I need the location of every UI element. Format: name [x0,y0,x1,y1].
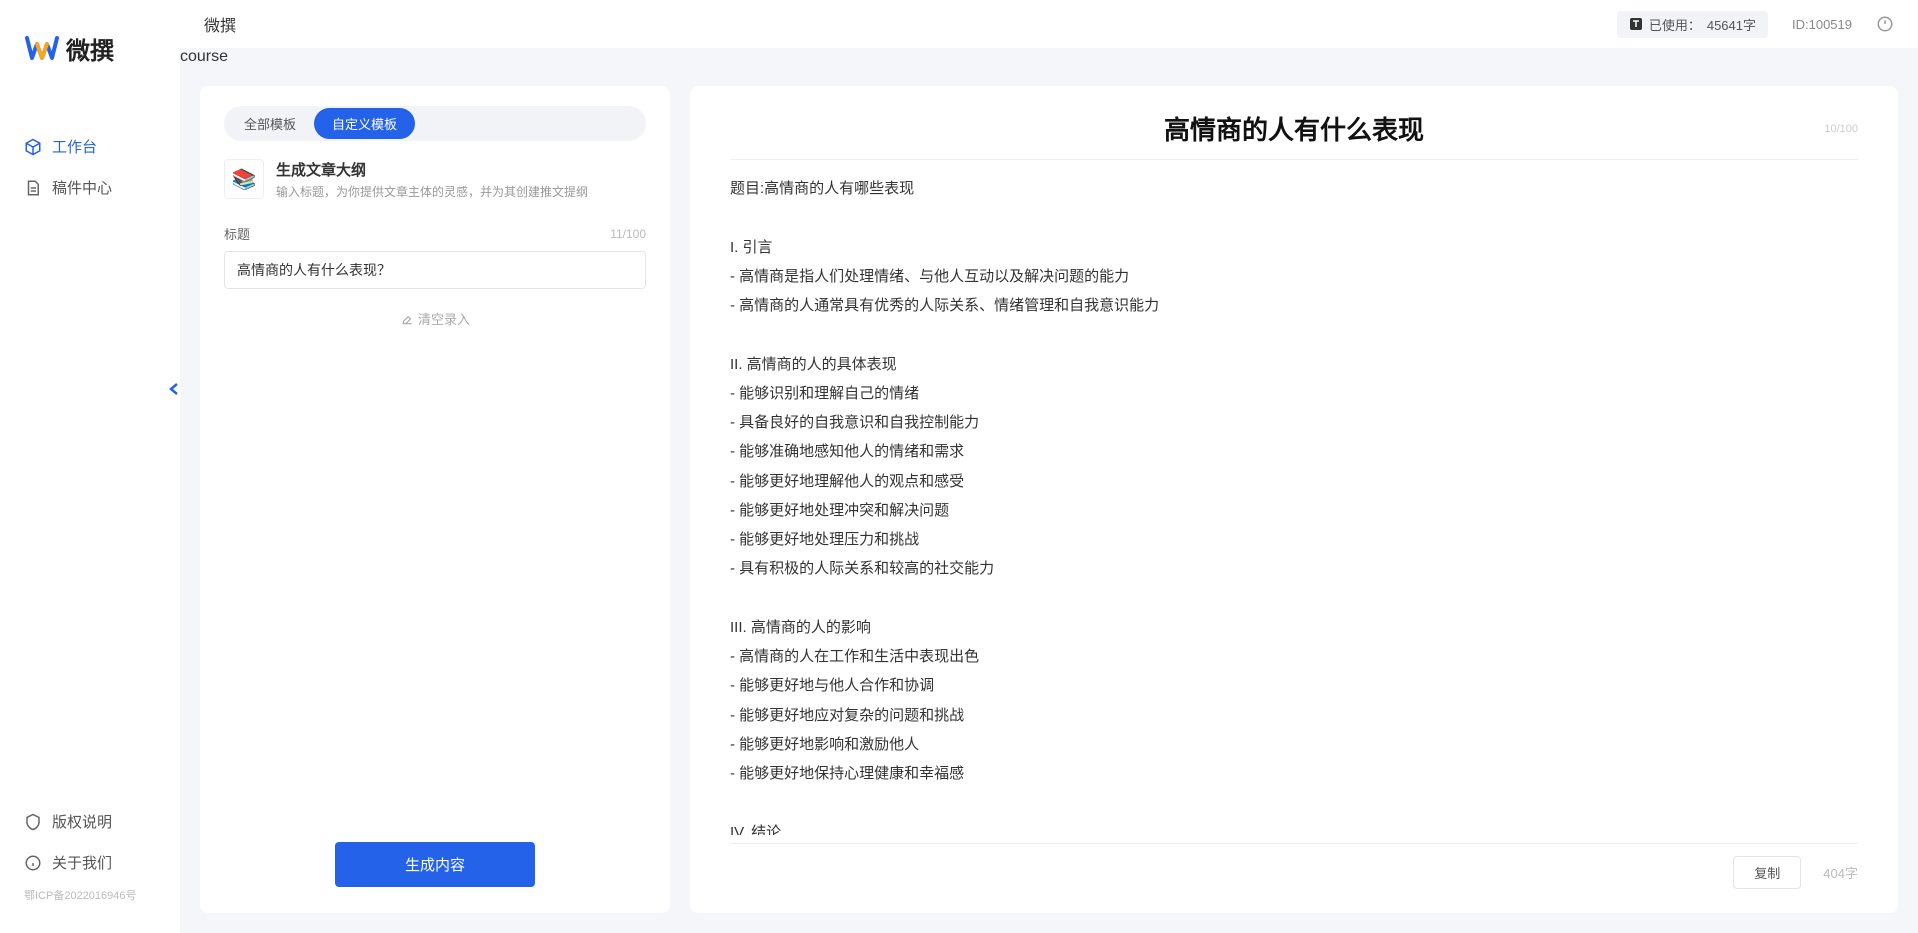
template-info: 生成文章大纲 输入标题，为你提供文章主体的灵感，并为其创建推文提纲 [276,159,588,200]
app-logo: 微撰 [0,20,180,96]
text-icon [1629,17,1643,31]
usage-badge: 已使用： 45641字 [1617,11,1768,38]
nav-item-workbench[interactable]: 工作台 [0,126,180,167]
title-field-row: 标题 11/100 [224,224,646,243]
topbar-right: 已使用： 45641字 ID:100519 [1617,11,1894,38]
shield-icon [24,813,42,831]
template-tabs: 全部模板 自定义模板 [224,106,646,141]
topbar: 微撰 已使用： 45641字 ID:100519 [180,0,1918,48]
power-icon[interactable] [1876,15,1894,33]
logo-text: 微撰 [66,31,114,66]
output-titlebar: 高情商的人有什么表现 10/100 [730,110,1858,160]
usage-prefix: 已使用： [1649,15,1701,34]
books-icon: 📚 [224,159,264,199]
info-icon [24,854,42,872]
output-title: 高情商的人有什么表现 [780,110,1808,147]
sidebar-footer: 版权说明 关于我们 鄂ICP备2022016946号 [0,801,180,913]
template-desc: 输入标题，为你提供文章主体的灵感，并为其创建推文提纲 [276,183,588,200]
tab-all-templates[interactable]: 全部模板 [226,108,314,139]
title-label: 标题 [224,224,250,243]
template-name: 生成文章大纲 [276,159,588,180]
cube-icon [24,138,42,156]
usage-value: 45641字 [1707,15,1756,34]
template-card: 📚 生成文章大纲 输入标题，为你提供文章主体的灵感，并为其创建推文提纲 [224,159,646,200]
panel-output: 高情商的人有什么表现 10/100 题目:高情商的人有哪些表现 I. 引言 - … [690,86,1898,913]
footer-about[interactable]: 关于我们 [0,842,180,883]
title-input[interactable] [224,251,646,289]
main: 微撰 已使用： 45641字 ID:100519 course [180,0,1918,933]
output-footer: 复制 404字 [730,843,1858,889]
content: 全部模板 自定义模板 📚 生成文章大纲 输入标题，为你提供文章主体的灵感，并为其… [180,66,1918,933]
word-count: 404字 [1823,863,1858,882]
copy-button[interactable]: 复制 [1733,856,1801,889]
nav-item-drafts[interactable]: 稿件中心 [0,167,180,208]
clear-input-link[interactable]: 清空录入 [224,303,646,334]
user-id: ID:100519 [1792,17,1852,32]
generate-button[interactable]: 生成内容 [335,842,535,887]
sidebar-nav: 工作台 稿件中心 [0,96,180,801]
page-title: 微撰 [204,12,236,36]
sidebar-collapse-handle[interactable] [167,380,181,398]
tab-custom-templates[interactable]: 自定义模板 [314,108,415,139]
output-body[interactable]: 题目:高情商的人有哪些表现 I. 引言 - 高情商是指人们处理情绪、与他人互动以… [730,174,1858,835]
eraser-icon [400,312,414,326]
panel-templates: 全部模板 自定义模板 📚 生成文章大纲 输入标题，为你提供文章主体的灵感，并为其… [200,86,670,913]
footer-label: 关于我们 [52,852,112,873]
document-icon [24,179,42,197]
nav-label: 稿件中心 [52,177,112,198]
clear-label: 清空录入 [418,309,470,328]
logo-icon [24,30,60,66]
nav-label: 工作台 [52,136,97,157]
footer-copyright[interactable]: 版权说明 [0,801,180,842]
sidebar: 微撰 工作台 稿件中心 版权说明 [0,0,180,933]
icp-text: 鄂ICP备2022016946号 [0,883,180,903]
footer-label: 版权说明 [52,811,112,832]
app-root: 微撰 工作台 稿件中心 版权说明 [0,0,1918,933]
title-counter: 11/100 [610,227,646,241]
output-title-counter: 10/100 [1808,123,1858,135]
